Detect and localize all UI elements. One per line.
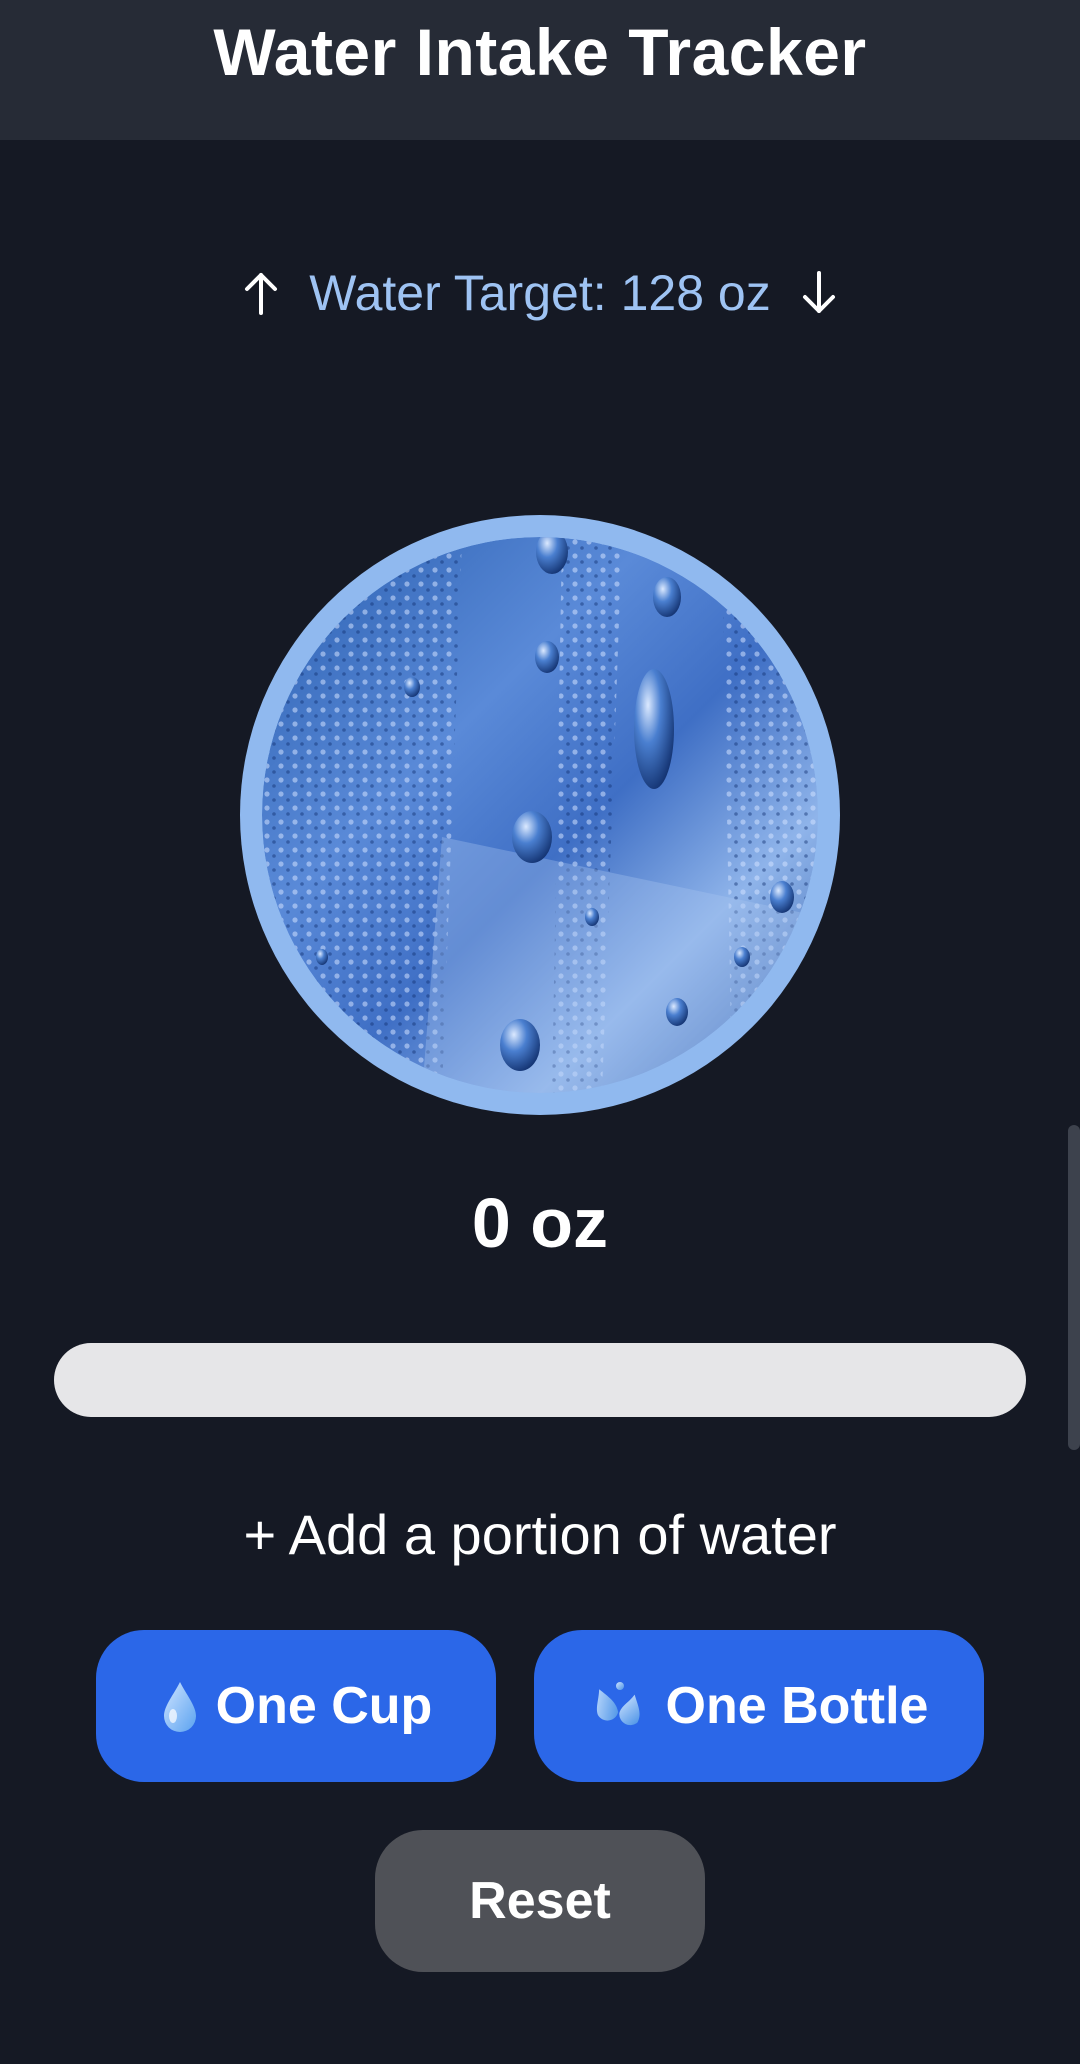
scrollbar[interactable] [1068, 1125, 1080, 1450]
one-cup-button[interactable]: One Cup [96, 1630, 496, 1782]
water-target-value: 128 oz [620, 265, 771, 321]
arrow-up-icon[interactable] [231, 258, 291, 328]
water-target-text: Water Target: [309, 265, 607, 321]
water-drops-illustration [262, 537, 818, 1093]
intake-progress-bar [54, 1343, 1026, 1417]
add-portion-label: + Add a portion of water [243, 1503, 837, 1566]
water-drops-image [240, 515, 840, 1115]
water-target-control: Water Target: 128 oz [0, 258, 1080, 328]
reset-label: Reset [469, 1872, 611, 1930]
page-title: Water Intake Tracker [213, 15, 867, 89]
reset-button[interactable]: Reset [375, 1830, 705, 1972]
one-bottle-label: One Bottle [665, 1677, 929, 1735]
splash-drops-icon [590, 1678, 650, 1734]
arrow-down-icon[interactable] [789, 258, 849, 328]
app-header: Water Intake Tracker [0, 0, 1080, 140]
one-bottle-button[interactable]: One Bottle [534, 1630, 984, 1782]
water-drop-icon [160, 1680, 200, 1732]
intake-amount: 0 oz [471, 1184, 609, 1262]
one-cup-label: One Cup [215, 1677, 433, 1735]
water-target-label: Water Target: 128 oz [309, 264, 770, 322]
